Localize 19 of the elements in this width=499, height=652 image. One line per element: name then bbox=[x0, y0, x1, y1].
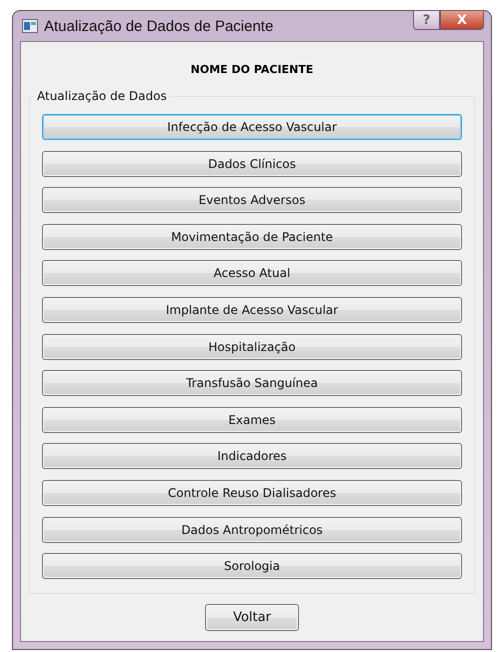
menu-button[interactable]: Indicadores bbox=[42, 443, 462, 470]
menu-button[interactable]: Dados Antropométricos bbox=[42, 516, 462, 543]
window-title: Atualização de Dados de Paciente bbox=[44, 18, 274, 34]
help-button[interactable]: ? bbox=[413, 10, 440, 30]
group-title: Atualização de Dados bbox=[34, 89, 170, 103]
menu-button[interactable]: Infecção de Acesso Vascular bbox=[42, 114, 462, 140]
menu-button[interactable]: Implante de Acesso Vascular bbox=[42, 296, 462, 323]
back-button[interactable]: Voltar bbox=[205, 604, 299, 632]
menu-button[interactable]: Movimentação de Paciente bbox=[42, 224, 462, 250]
menu-button[interactable]: Eventos Adversos bbox=[42, 187, 462, 214]
menu-button[interactable]: Exames bbox=[42, 406, 462, 433]
menu-button[interactable]: Controle Reuso Dialisadores bbox=[42, 480, 462, 506]
menu-button[interactable]: Sorologia bbox=[42, 553, 462, 580]
menu-button[interactable]: Hospitalização bbox=[42, 334, 462, 360]
menu-button[interactable]: Transfusão Sanguínea bbox=[42, 370, 462, 396]
menu-button[interactable]: Dados Clínicos bbox=[42, 150, 462, 177]
menu-button[interactable]: Acesso Atual bbox=[42, 260, 462, 286]
patient-name: NOME DO PACIENTE bbox=[190, 63, 314, 76]
window-icon bbox=[22, 19, 38, 33]
